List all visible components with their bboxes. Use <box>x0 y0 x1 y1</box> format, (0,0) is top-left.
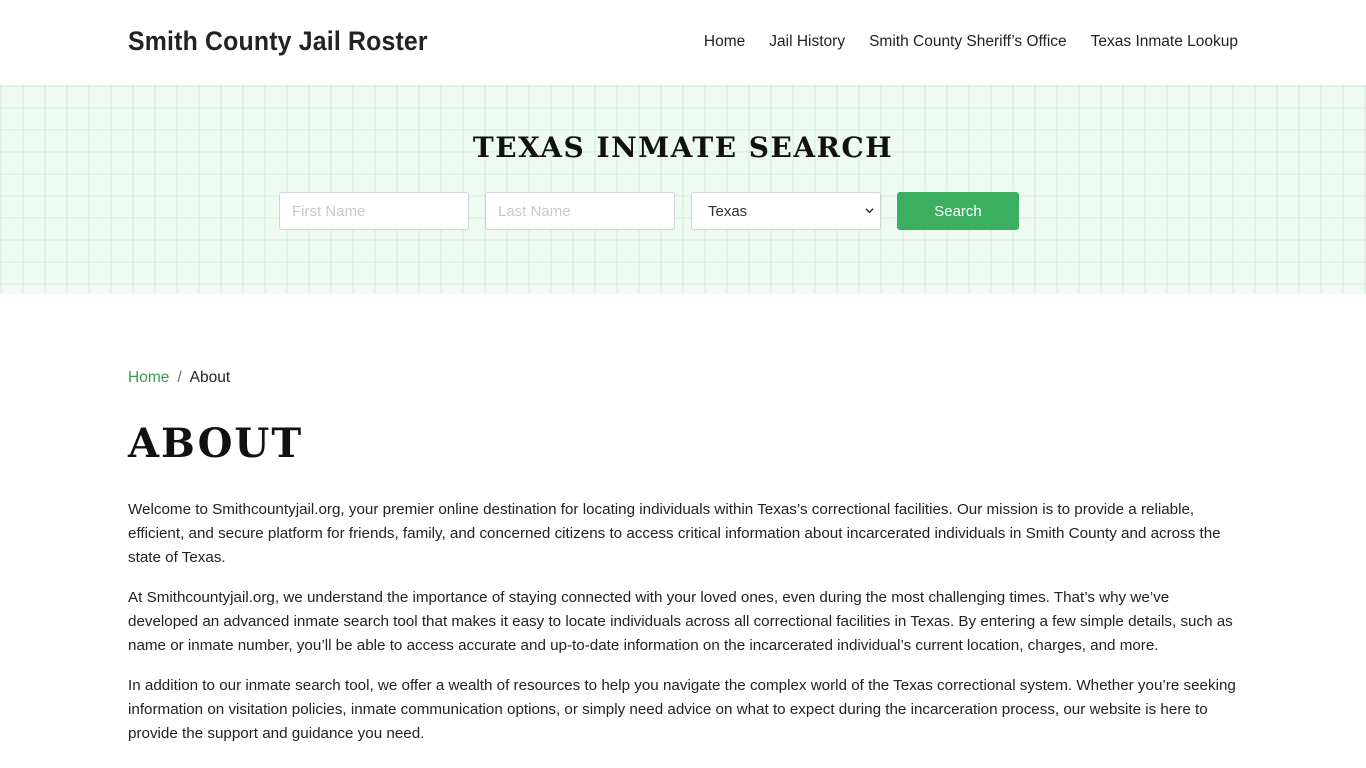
breadcrumb: Home / About <box>128 369 230 387</box>
breadcrumb-home-link[interactable]: Home <box>128 369 169 387</box>
chevron-down-icon <box>865 208 874 214</box>
breadcrumb-separator: / <box>177 369 182 386</box>
first-name-input[interactable] <box>279 192 469 230</box>
nav-sheriffs-office[interactable]: Smith County Sheriff’s Office <box>869 33 1067 51</box>
main-nav: Home Jail History Smith County Sheriff’s… <box>704 33 1238 51</box>
hero-title: TEXAS INMATE SEARCH <box>472 131 894 164</box>
nav-home[interactable]: Home <box>704 33 745 51</box>
nav-jail-history[interactable]: Jail History <box>769 33 845 51</box>
site-brand-link[interactable]: Smith County Jail Roster <box>128 26 428 57</box>
search-button[interactable]: Search <box>897 192 1019 230</box>
about-paragraph-1: Welcome to Smithcountyjail.org, your pre… <box>128 501 1221 566</box>
state-select[interactable]: Texas <box>691 192 881 230</box>
about-paragraph-3: In addition to our inmate search tool, w… <box>128 677 1236 742</box>
page-title: ABOUT <box>128 420 304 467</box>
state-select-value: Texas <box>708 203 748 220</box>
inmate-search-hero: TEXAS INMATE SEARCH Texas Search <box>0 85 1366 294</box>
about-paragraph-2: At Smithcountyjail.org, we understand th… <box>128 589 1233 654</box>
inmate-search-form: Texas Search <box>279 192 1019 230</box>
about-content: Welcome to Smithcountyjail.org, your pre… <box>128 498 1240 762</box>
breadcrumb-current: About <box>189 369 231 386</box>
site-header: Smith County Jail Roster Home Jail Histo… <box>0 0 1366 85</box>
nav-texas-inmate-lookup[interactable]: Texas Inmate Lookup <box>1091 33 1238 51</box>
last-name-input[interactable] <box>485 192 675 230</box>
